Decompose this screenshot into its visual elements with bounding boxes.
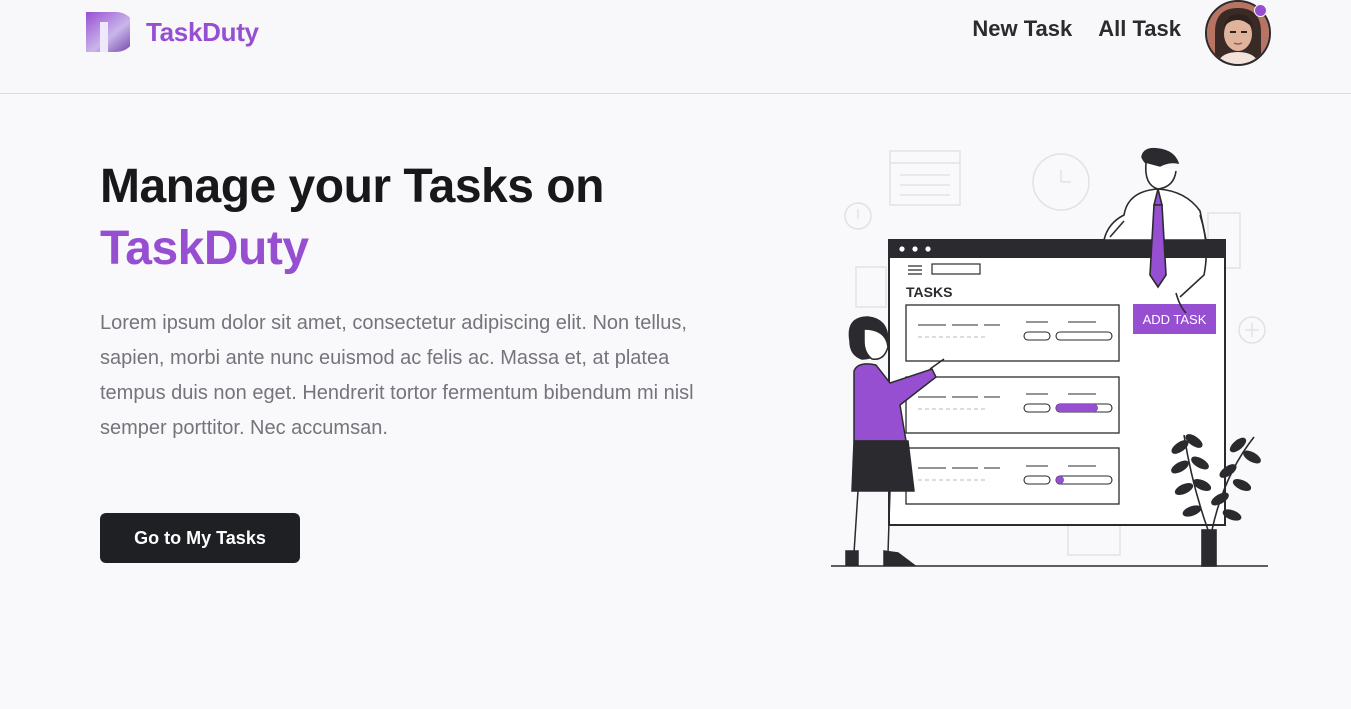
nav-all-task-link[interactable]: All Task bbox=[1098, 14, 1181, 44]
notification-dot-icon bbox=[1254, 4, 1267, 17]
nav-links: New Task All Task bbox=[972, 14, 1181, 44]
navbar: TaskDuty New Task All Task bbox=[0, 0, 1351, 94]
letter-t-logo-icon bbox=[86, 12, 130, 52]
brand[interactable]: TaskDuty bbox=[86, 10, 259, 54]
illustration-add-task-label: ADD TASK bbox=[1143, 312, 1207, 327]
brand-name: TaskDuty bbox=[146, 16, 259, 47]
hero-title-brand: TaskDuty bbox=[100, 222, 309, 275]
hero-description: Lorem ipsum dolor sit amet, consectetur … bbox=[100, 312, 694, 439]
nav-new-task-link[interactable]: New Task bbox=[972, 14, 1072, 44]
hero-title-line1: Manage your Tasks on bbox=[100, 160, 604, 213]
task-board-illustration: TASKS ADD TASK bbox=[831, 147, 1268, 567]
go-to-my-tasks-button[interactable]: Go to My Tasks bbox=[100, 513, 300, 563]
hero-title: Manage your Tasks on TaskDuty bbox=[100, 156, 604, 280]
illustration-tasks-label: TASKS bbox=[906, 284, 952, 300]
